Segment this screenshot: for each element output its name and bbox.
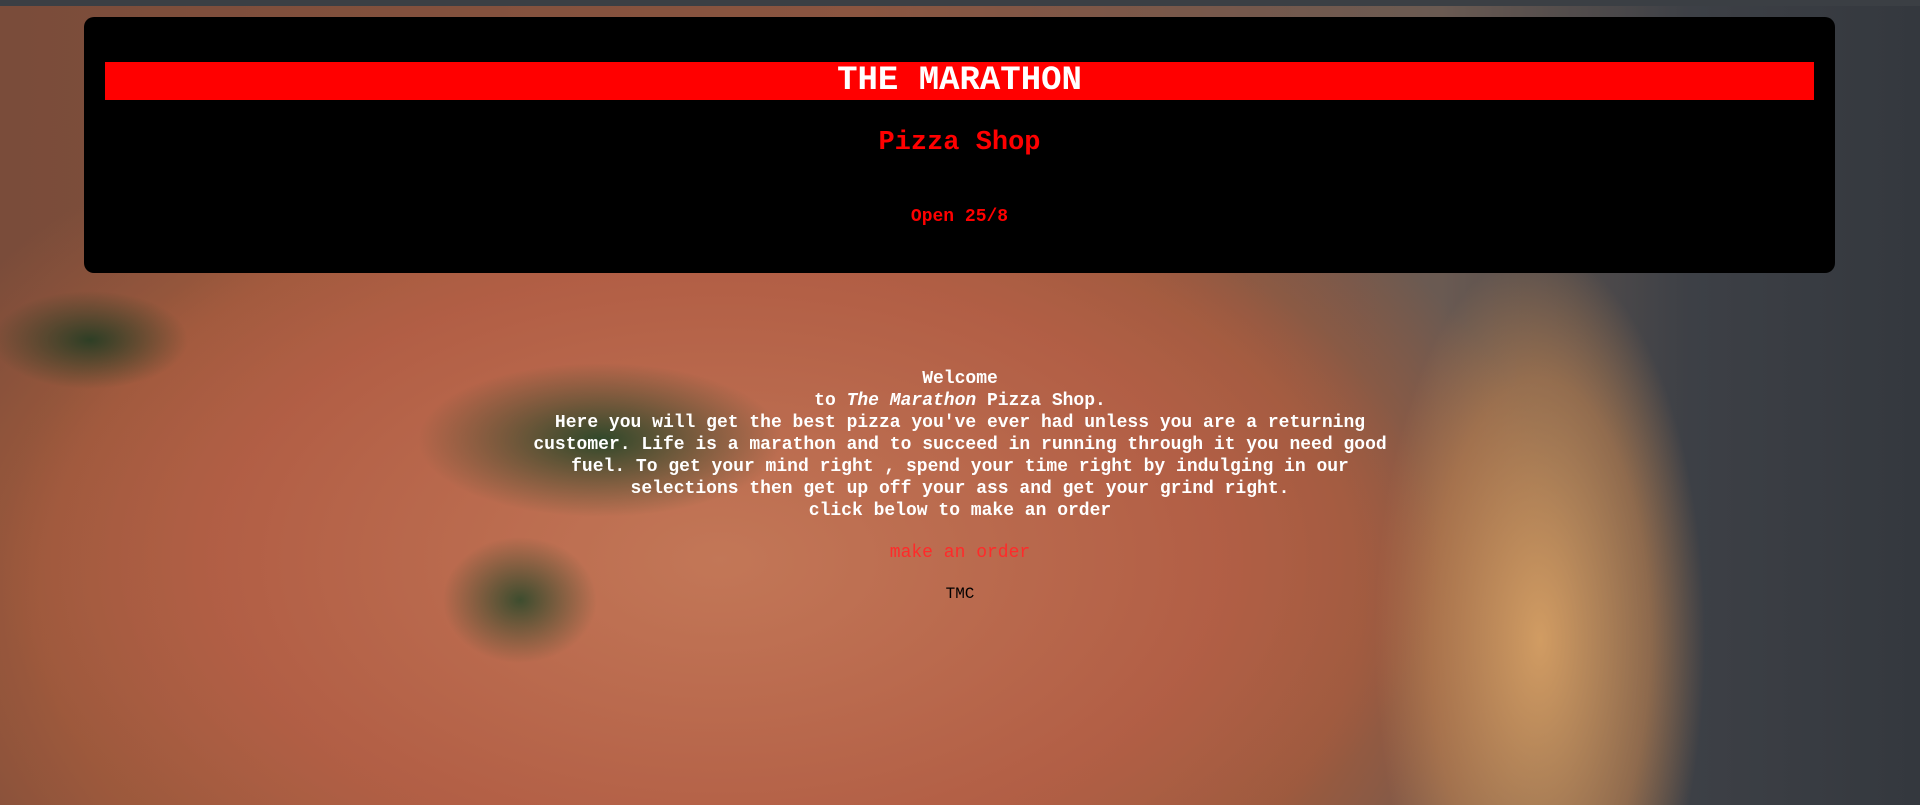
make-order-link[interactable]: make an order: [890, 543, 1030, 563]
welcome-line: Here you will get the best pizza you've …: [554, 413, 1366, 433]
footer-text: TMC: [945, 585, 975, 603]
welcome-line-suffix: Pizza Shop.: [976, 391, 1106, 411]
welcome-line-prefix: to: [814, 391, 847, 411]
welcome-line: selections then get up off your ass and …: [630, 479, 1290, 499]
welcome-message: Welcome to The Marathon Pizza Shop. Here…: [460, 368, 1460, 522]
welcome-line: to The Marathon Pizza Shop.: [460, 390, 1460, 412]
title-banner: THE MARATHON: [105, 62, 1814, 100]
welcome-heading: Welcome: [922, 369, 998, 389]
shop-name-emphasis: The Marathon: [846, 391, 977, 411]
site-title: THE MARATHON: [837, 62, 1082, 100]
order-link-container: make an order: [0, 543, 1920, 563]
welcome-line: click below to make an order: [808, 501, 1112, 521]
opening-hours: Open 25/8: [910, 207, 1009, 227]
site-subtitle: Pizza Shop: [878, 128, 1041, 158]
welcome-line: customer. Life is a marathon and to succ…: [533, 435, 1387, 455]
header-card: THE MARATHON Pizza Shop Open 25/8: [84, 17, 1835, 273]
welcome-line: fuel. To get your mind right , spend you…: [571, 457, 1349, 477]
browser-top-edge: [0, 0, 1920, 6]
